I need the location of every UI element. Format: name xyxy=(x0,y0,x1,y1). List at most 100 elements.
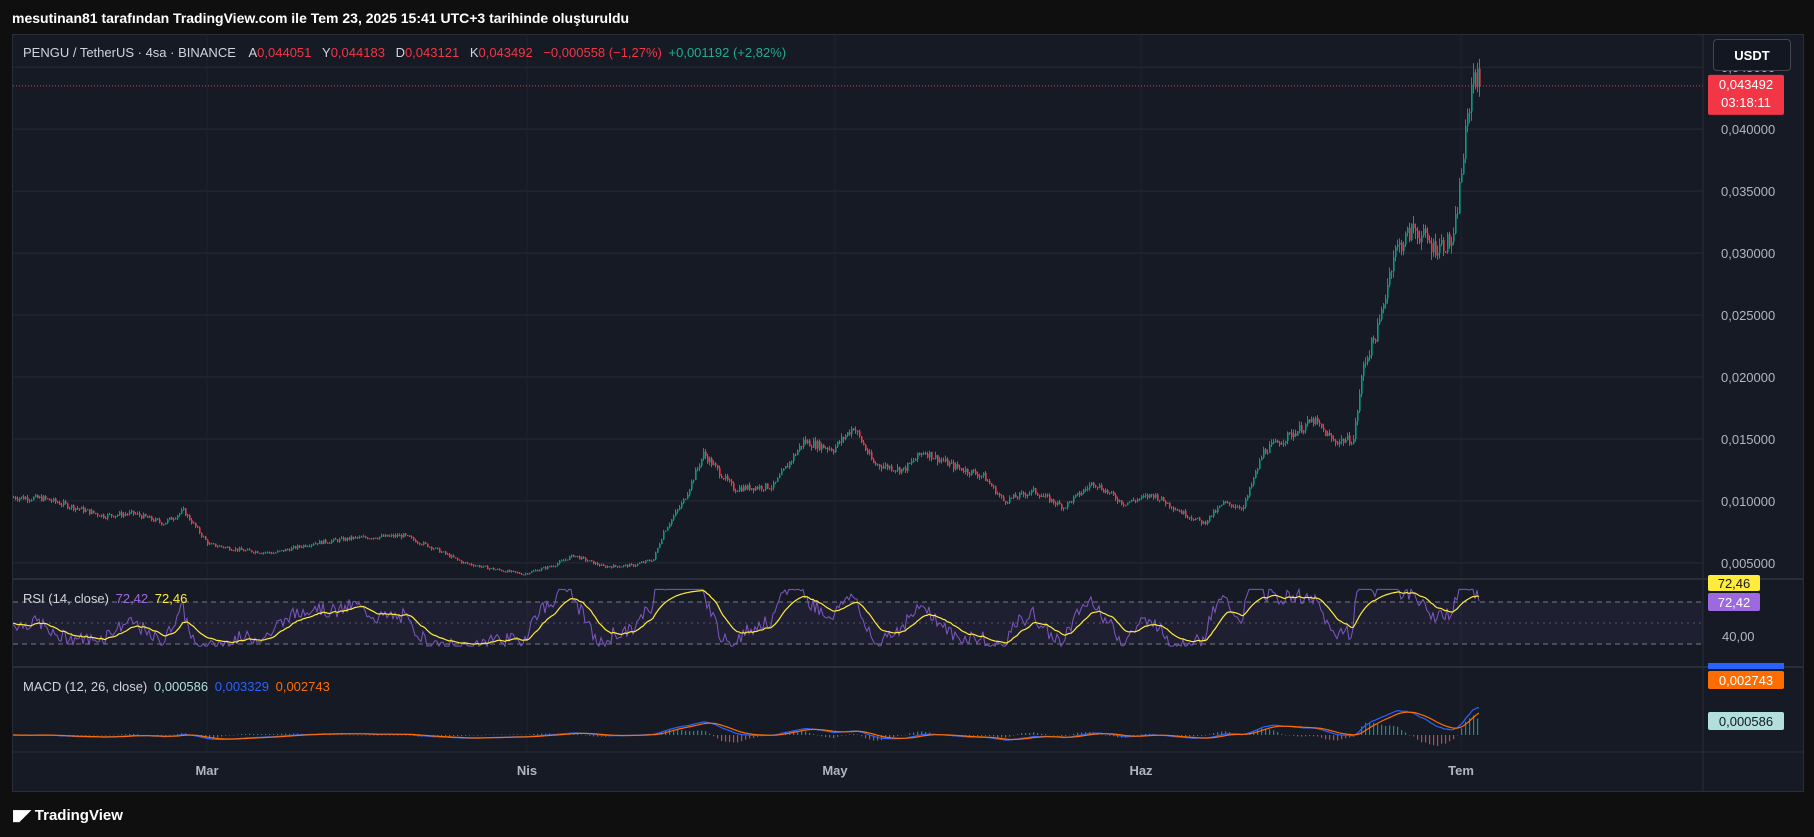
candle-body xyxy=(1277,440,1279,443)
candle-body xyxy=(931,451,933,459)
candle-body xyxy=(1055,502,1057,505)
candle-body xyxy=(1317,417,1319,423)
candle-body xyxy=(827,448,829,450)
candle-body xyxy=(287,549,289,551)
candle-body xyxy=(1337,442,1339,445)
macd-histogram-bar xyxy=(349,734,351,736)
candle-body xyxy=(1389,272,1391,285)
candle-body xyxy=(47,498,49,500)
candle-body xyxy=(1031,489,1033,494)
candle-body xyxy=(1423,228,1425,236)
candle-body xyxy=(487,566,489,570)
candle-body xyxy=(681,502,683,508)
candle-body xyxy=(891,466,893,471)
candle-body xyxy=(1379,319,1381,324)
candle-body xyxy=(361,536,363,538)
candle-body xyxy=(1243,506,1245,509)
candle-body xyxy=(301,546,303,548)
currency-button[interactable]: USDT xyxy=(1713,39,1791,71)
candle-body xyxy=(397,534,399,537)
candle-body xyxy=(775,481,777,483)
candle-body xyxy=(1413,223,1415,229)
candle-body xyxy=(945,458,947,462)
candle-body xyxy=(481,566,483,568)
candle-body xyxy=(559,561,561,564)
candle-body xyxy=(511,570,513,572)
macd-histogram-bar xyxy=(741,735,743,742)
candle-body xyxy=(317,543,319,545)
candle-body xyxy=(1291,432,1293,438)
candle-body xyxy=(1355,421,1357,439)
candle-body xyxy=(1025,494,1027,497)
macd-histogram xyxy=(13,715,1479,747)
candle-body xyxy=(881,466,883,469)
candle-body xyxy=(877,464,879,466)
last-price-value: 0,043492 xyxy=(1719,77,1773,92)
candle-body xyxy=(1447,234,1449,253)
candle-body xyxy=(365,536,367,538)
symbol-label[interactable]: PENGU / TetherUS · 4sa · BINANCE xyxy=(23,45,236,60)
candle-body xyxy=(39,496,41,498)
candle-body xyxy=(919,452,921,455)
candle-body xyxy=(147,516,149,518)
rsi-label[interactable]: RSI (14, close) xyxy=(23,591,109,606)
macd-histogram-bar xyxy=(89,735,91,736)
candle-body xyxy=(1393,256,1395,272)
candle-body xyxy=(801,445,803,447)
candle-body xyxy=(693,480,695,482)
candle-body xyxy=(1127,502,1129,505)
candle-body xyxy=(957,464,959,468)
candle-body xyxy=(375,537,377,539)
candle-body xyxy=(1113,491,1115,496)
candle-body xyxy=(771,487,773,489)
candle-body xyxy=(53,498,55,502)
candle-body xyxy=(1371,337,1373,356)
candle-body xyxy=(157,518,159,520)
candle-body xyxy=(597,562,599,565)
candle-body xyxy=(1161,496,1163,500)
chart-frame[interactable]: 0,0450000,0400000,0350000,0300000,025000… xyxy=(12,34,1804,792)
candle-body xyxy=(1085,488,1087,490)
candle-body xyxy=(63,501,65,506)
candle-body xyxy=(1037,493,1039,496)
candle-body xyxy=(89,509,91,515)
candle-body xyxy=(971,470,973,475)
macd-histogram-bar xyxy=(1077,732,1079,735)
candle-body xyxy=(1145,495,1147,497)
candle-body xyxy=(1137,499,1139,502)
macd-histogram-bar xyxy=(1409,735,1411,736)
candle-body xyxy=(739,487,741,491)
tradingview-footer[interactable]: ▮◤ TradingView xyxy=(12,806,123,825)
candle-body xyxy=(1341,439,1343,442)
candle-body xyxy=(1457,213,1459,215)
candle-body xyxy=(685,498,687,500)
macd-histogram-bar xyxy=(1021,733,1023,735)
candle-body xyxy=(699,465,701,469)
time-axis[interactable]: Mar Nis May Haz Tem xyxy=(195,763,1473,778)
macd-histogram-bar xyxy=(101,735,103,736)
rsi-pane[interactable]: 72,46 72,42 40,00 xyxy=(13,575,1760,648)
candle-body xyxy=(1257,468,1259,472)
price-axis[interactable]: 0,0450000,0400000,0350000,0300000,025000… xyxy=(1721,60,1775,571)
candle-body xyxy=(1139,498,1141,500)
macd-histogram-bar xyxy=(1321,735,1323,738)
candle-body xyxy=(713,463,715,466)
macd-histogram-bar xyxy=(1045,733,1047,735)
macd-histogram-bar xyxy=(909,733,911,735)
macd-histogram-bar xyxy=(721,735,723,742)
candle-body xyxy=(857,431,859,433)
macd-label[interactable]: MACD (12, 26, close) xyxy=(23,679,147,694)
candle-body xyxy=(1109,492,1111,494)
candle-body xyxy=(113,515,115,518)
rsi-legend: RSI (14, close) 72,42 72,46 xyxy=(23,591,190,606)
candle-body xyxy=(933,458,935,460)
candle-body xyxy=(1353,438,1355,444)
macd-pane[interactable]: 0,002743 0,000586 xyxy=(13,663,1784,747)
candle-body xyxy=(253,552,255,554)
candle-body xyxy=(647,560,649,562)
candle-body xyxy=(855,430,857,432)
candle-body xyxy=(733,483,735,491)
candle-body xyxy=(727,475,729,480)
low-key: D xyxy=(395,45,405,60)
macd-histogram-bar xyxy=(365,735,367,736)
